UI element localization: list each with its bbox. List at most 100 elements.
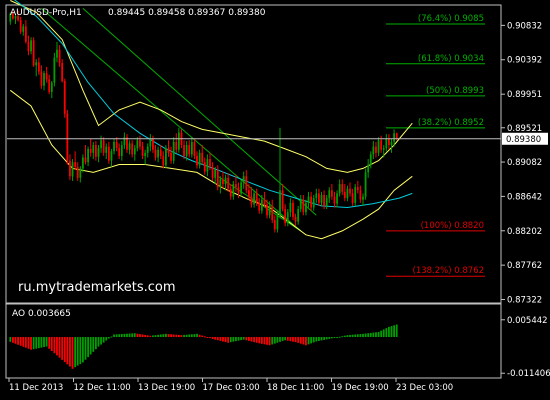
ao-bar: [56, 337, 58, 356]
ao-bar: [144, 334, 147, 338]
ao-bar: [382, 329, 385, 338]
ao-bar: [76, 337, 79, 366]
ao-bar: [333, 337, 336, 339]
ao-bar: [82, 337, 84, 363]
candle-body: [198, 152, 201, 166]
candle-body: [289, 202, 292, 213]
ao-bar: [289, 337, 292, 342]
ao-bar: [32, 337, 35, 350]
x-tick-label: 19 Dec 19:00: [332, 383, 389, 393]
ao-bar: [19, 337, 22, 346]
ao-bar: [375, 332, 377, 338]
ao-bar: [318, 337, 320, 341]
y-tick-label: 0.90832: [507, 21, 542, 31]
ao-bar: [115, 334, 118, 338]
ao-bar: [193, 334, 196, 338]
candle-body: [115, 141, 118, 149]
y-tick-label: 0.90392: [507, 56, 542, 66]
ao-bar: [232, 337, 235, 342]
ao-bar: [22, 337, 25, 347]
ao-bar: [325, 337, 328, 340]
ao-bar: [346, 335, 349, 338]
ao-bar: [235, 337, 237, 342]
candle-body: [286, 212, 289, 224]
ao-bar: [268, 337, 271, 346]
candle-body: [43, 73, 45, 86]
ao-bar: [338, 336, 341, 338]
candle-body: [362, 196, 364, 200]
ao-bar: [367, 333, 370, 338]
candle-body: [229, 188, 232, 197]
ao-bar: [71, 337, 74, 369]
ao-bar: [224, 337, 227, 343]
candle-body: [139, 140, 141, 147]
candle-body: [19, 20, 22, 32]
ao-bar: [50, 337, 53, 351]
ao-bar: [149, 335, 152, 338]
candle-body: [273, 219, 276, 230]
ao-bar: [395, 324, 398, 338]
ao-bar: [188, 334, 191, 338]
ao-bar: [146, 335, 149, 338]
ao-bar: [203, 336, 206, 338]
ao-bar: [258, 337, 261, 344]
candle-body: [250, 196, 253, 205]
ao-bar: [271, 337, 274, 345]
ao-bar: [37, 337, 40, 349]
candle-body: [382, 148, 385, 150]
ao-bar: [305, 337, 307, 346]
ao-bar: [356, 334, 359, 338]
candle-body: [375, 146, 377, 153]
ao-bar: [43, 337, 45, 348]
ao-bar: [154, 335, 157, 338]
candle-body: [330, 190, 333, 197]
candle-body: [351, 193, 354, 203]
ao-bar: [320, 337, 323, 341]
candle-body: [323, 195, 325, 206]
candle-body: [390, 141, 393, 146]
ao-bar: [84, 337, 87, 360]
fib-level-label: (61.8%) 0.9034: [418, 54, 484, 64]
candle-body: [279, 190, 281, 216]
candle-body: [312, 198, 315, 208]
candle-body: [266, 204, 268, 216]
ao-bar: [206, 337, 209, 339]
ao-bar: [139, 334, 141, 338]
ao-bar: [66, 337, 69, 365]
x-tick-label: 17 Dec 03:00: [203, 383, 260, 393]
ao-bar: [100, 337, 102, 345]
ao-bar: [172, 334, 175, 338]
ao-bar: [229, 337, 232, 343]
candle-body: [149, 138, 152, 147]
candle-body: [110, 151, 113, 161]
candle-body: [82, 157, 84, 169]
candle-body: [92, 145, 95, 153]
candle-body: [245, 176, 248, 191]
ao-bar: [97, 337, 100, 347]
candle-body: [170, 152, 172, 161]
ao-bar: [157, 334, 160, 338]
x-tick-label: 11 Dec 2013: [9, 383, 63, 393]
candle-body: [320, 195, 323, 203]
candle-body: [315, 193, 318, 199]
ao-bar: [211, 337, 214, 339]
ao-bar: [364, 333, 367, 338]
candle-body: [100, 140, 102, 149]
current-price-label: 0.89380: [506, 135, 541, 145]
ao-bar: [79, 337, 82, 364]
candle-body: [152, 138, 154, 150]
candle-body: [255, 193, 258, 203]
ao-bar: [328, 337, 331, 339]
candle-body: [131, 143, 134, 155]
candle-body: [76, 166, 79, 178]
ao-bar: [53, 337, 56, 354]
ao-bar: [299, 337, 302, 344]
candle-body: [356, 187, 359, 191]
ao-bar: [354, 334, 357, 338]
candle-body: [164, 148, 167, 166]
candle-body: [260, 199, 263, 211]
candle-body: [206, 159, 209, 172]
candle-body: [157, 149, 160, 158]
ao-bar: [351, 334, 354, 338]
candle-body: [45, 73, 48, 80]
